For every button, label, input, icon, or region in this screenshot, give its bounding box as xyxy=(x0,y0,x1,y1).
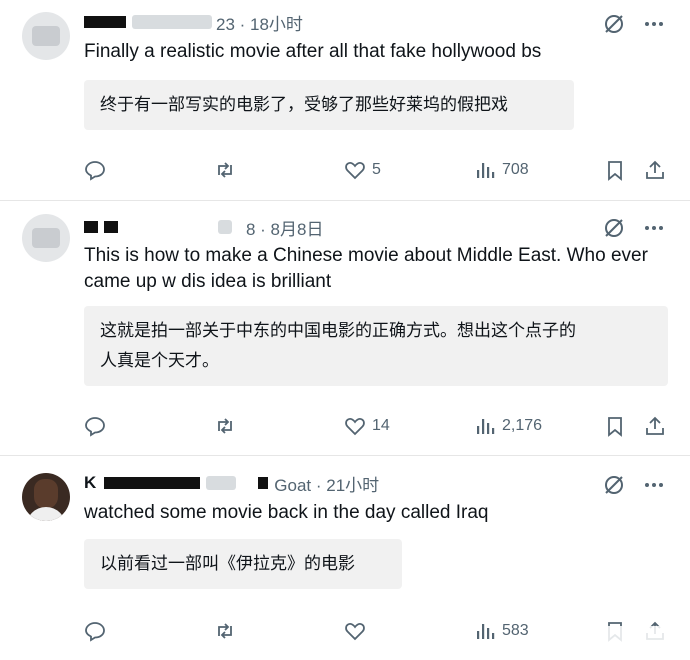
views-button[interactable]: 708 xyxy=(474,158,529,182)
reply-icon xyxy=(85,417,105,437)
reply-icon xyxy=(85,161,105,181)
bookmark-button[interactable] xyxy=(604,158,626,182)
translation-text: 以前看过一部叫《伊拉克》的电影 xyxy=(100,554,355,573)
views-icon xyxy=(477,419,495,434)
like-icon xyxy=(345,162,365,180)
retweet-icon xyxy=(218,162,232,178)
views-button[interactable]: 2,176 xyxy=(474,414,542,438)
translation-box: 终于有一部写实的电影了，受够了那些好莱坞的假把戏 xyxy=(84,80,574,130)
redacted-name xyxy=(104,221,118,233)
grok-icon[interactable] xyxy=(602,12,626,36)
redacted-name xyxy=(258,477,269,489)
watermark-overlay xyxy=(560,626,670,652)
translation-box: 以前看过一部叫《伊拉克》的电影 xyxy=(84,539,402,589)
post-1[interactable]: 23 · 18小时 Finally a realistic movie afte… xyxy=(0,0,690,200)
avatar[interactable] xyxy=(22,473,70,521)
share-icon xyxy=(646,416,664,435)
views-count: 2,176 xyxy=(502,417,543,434)
author-name: K xyxy=(84,473,97,492)
grok-icon[interactable] xyxy=(602,473,626,497)
share-button[interactable] xyxy=(644,158,666,182)
views-count: 708 xyxy=(502,161,529,178)
views-icon xyxy=(477,163,495,178)
views-button[interactable]: 583 xyxy=(474,619,529,643)
retweet-icon xyxy=(218,418,232,434)
like-icon xyxy=(345,623,365,641)
post-text: This is how to make a Chinese movie abou… xyxy=(84,245,648,292)
share-button[interactable] xyxy=(644,414,666,438)
translation-line: 这就是拍一部关于中东的中国电影的正确方式。想出这个点子的 xyxy=(100,321,576,340)
post-meta: 8 · 8月8日 xyxy=(246,219,324,239)
translation-text: 终于有一部写实的电影了，受够了那些好莱坞的假把戏 xyxy=(100,95,508,114)
like-button[interactable]: 14 xyxy=(344,414,390,438)
post-text: Finally a realistic movie after all that… xyxy=(84,41,542,62)
redacted-name xyxy=(84,221,98,233)
redacted-name xyxy=(84,16,126,28)
like-count: 14 xyxy=(372,417,390,434)
like-icon xyxy=(345,418,365,436)
bookmark-button[interactable] xyxy=(604,414,626,438)
translation-line: 人真是个天才。 xyxy=(100,351,219,370)
reply-button[interactable] xyxy=(84,619,106,643)
more-icon[interactable] xyxy=(642,473,666,497)
post-header: K Goat · 21小时 xyxy=(84,471,379,495)
post-text: watched some movie back in the day calle… xyxy=(84,502,489,523)
avatar[interactable] xyxy=(22,12,70,60)
redacted-name xyxy=(104,477,201,489)
bookmark-icon xyxy=(608,417,622,437)
retweet-icon xyxy=(218,623,232,639)
post-header: 8 · 8月8日 xyxy=(84,215,323,239)
bookmark-icon xyxy=(608,161,622,181)
more-icon[interactable] xyxy=(642,216,666,240)
share-icon xyxy=(646,160,664,179)
blurred-handle xyxy=(218,220,232,234)
retweet-button[interactable] xyxy=(214,619,236,643)
post-meta: 23 · 18小时 xyxy=(216,14,303,34)
post-2[interactable]: 8 · 8月8日 This is how to make a Chinese m… xyxy=(0,200,690,454)
blurred-handle xyxy=(206,476,237,490)
like-button[interactable]: 5 xyxy=(344,158,381,182)
more-icon[interactable] xyxy=(642,12,666,36)
reply-icon xyxy=(85,622,105,642)
views-count: 583 xyxy=(502,622,529,639)
like-button[interactable] xyxy=(344,619,372,643)
blurred-handle xyxy=(132,15,212,29)
like-count: 5 xyxy=(372,161,381,178)
avatar[interactable] xyxy=(22,214,70,262)
reply-button[interactable] xyxy=(84,414,106,438)
post-meta: Goat · 21小时 xyxy=(274,475,380,495)
retweet-button[interactable] xyxy=(214,158,236,182)
grok-icon[interactable] xyxy=(602,216,626,240)
retweet-button[interactable] xyxy=(214,414,236,438)
reply-button[interactable] xyxy=(84,158,106,182)
views-icon xyxy=(477,624,495,639)
translation-box: 这就是拍一部关于中东的中国电影的正确方式。想出这个点子的 人真是个天才。 xyxy=(84,306,668,386)
post-header: 23 · 18小时 xyxy=(84,10,303,34)
